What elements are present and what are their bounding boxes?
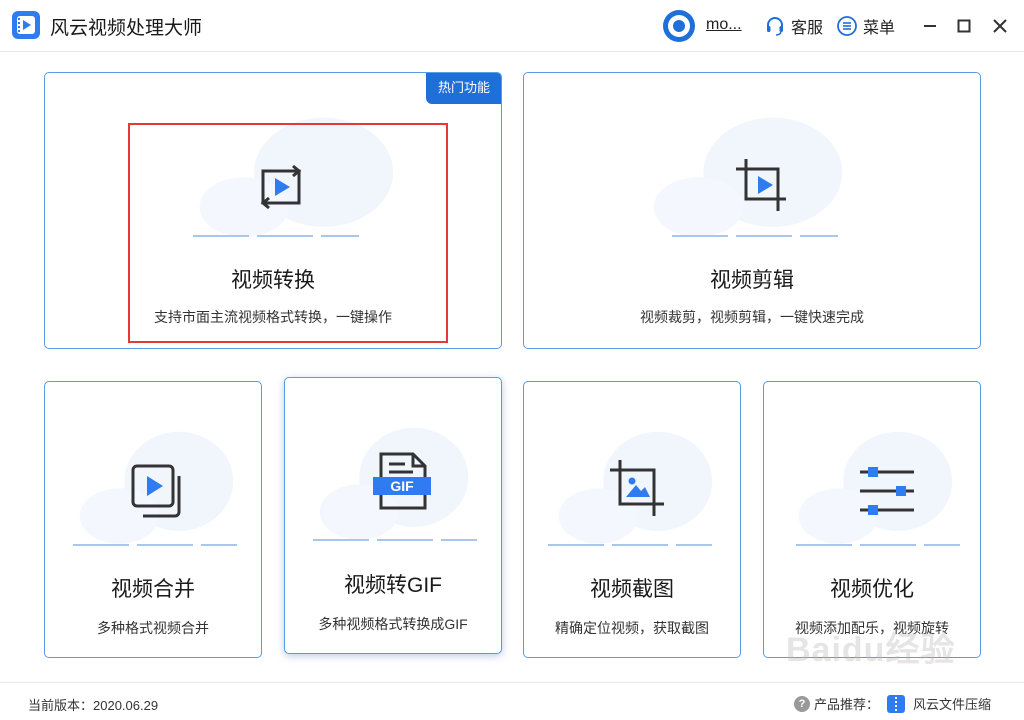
headset-icon [767,17,783,36]
promo-product-link[interactable]: 风云文件压缩 [913,694,991,713]
card-background-decoration [319,427,469,540]
card-background-decoration [798,431,953,544]
menu-list-icon [837,16,857,36]
menu-label: 菜单 [863,20,896,37]
video-merge-card[interactable]: 视频合并 多种格式视频合并 [44,381,262,658]
app-logo-icon [12,11,40,39]
card-divider-line [672,235,838,237]
video-optimize-card[interactable]: 视频优化 视频添加配乐，视频旋转 [763,381,981,658]
user-avatar-icon[interactable] [663,10,695,42]
promo-label: 产品推荐： [814,697,880,712]
zip-icon[interactable] [887,694,906,713]
card-title: 视频合并 [111,578,195,601]
help-icon[interactable]: ? [794,695,810,712]
video-to-gif-card[interactable]: GIF 视频转GIF 多种视频格式转换成GIF [284,377,502,654]
maximize-icon[interactable] [952,14,976,38]
card-divider-line [548,544,712,546]
hot-feature-badge: 热门功能 [426,73,501,104]
card-description: 视频添加配乐，视频旋转 [795,620,949,636]
card-title: 视频优化 [830,578,914,601]
video-screenshot-card[interactable]: 视频截图 精确定位视频，获取截图 [523,381,741,658]
crop-icon [736,159,786,211]
card-description: 视频裁剪，视频剪辑，一键快速完成 [640,309,864,325]
title-bar: 风云视频处理大师 mo... 客服 菜单 [0,0,1024,52]
close-icon[interactable] [988,14,1012,38]
user-name-link[interactable]: mo... [706,16,742,34]
card-divider-line [193,235,359,237]
convert-icon [260,164,302,210]
version-label: 当前版本：2020.06.29 [28,698,159,713]
card-description: 多种视频格式转换成GIF [318,616,468,632]
card-title: 视频剪辑 [710,269,794,292]
card-divider-line [73,544,237,546]
card-title: 视频转换 [231,269,315,292]
card-description: 多种格式视频合并 [97,620,209,636]
customer-service-label: 客服 [791,20,824,37]
sliders-icon [860,467,914,515]
gif-icon-text: GIF [390,478,414,494]
merge-icon [131,464,181,518]
minimize-icon[interactable] [918,14,942,38]
customer-service-button[interactable]: 客服 [764,14,823,38]
screenshot-icon [610,460,664,516]
video-convert-card[interactable]: 热门功能 视频转换 支持市面主流视频格式转换，一键操作 [44,72,502,349]
product-recommendation: ? 产品推荐： 风云文件压缩 [794,694,991,713]
video-edit-card[interactable]: 视频剪辑 视频裁剪，视频剪辑，一键快速完成 [523,72,981,349]
card-divider-line [796,544,960,546]
card-title: 视频截图 [590,578,674,601]
menu-button[interactable]: 菜单 [836,14,895,38]
status-footer: 当前版本：2020.06.29 ? 产品推荐： 风云文件压缩 [0,682,1024,720]
app-title: 风云视频处理大师 [50,18,203,39]
card-title: 视频转GIF [344,574,442,597]
card-description: 支持市面主流视频格式转换，一键操作 [154,309,392,325]
gif-file-icon: GIF [373,452,431,510]
card-divider-line [313,539,477,541]
card-description: 精确定位视频，获取截图 [555,620,709,636]
